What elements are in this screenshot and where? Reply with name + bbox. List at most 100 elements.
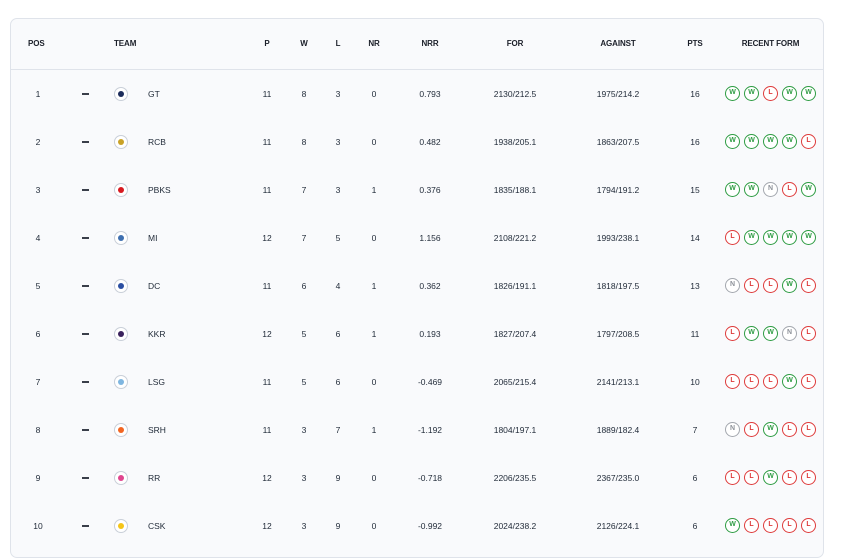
form-no-result-badge[interactable]: N bbox=[782, 326, 797, 341]
form-win-badge[interactable]: W bbox=[782, 134, 797, 149]
position-change-icon bbox=[82, 333, 89, 335]
table-row[interactable]: 5 11 6 4 1 0.362 1826/191.1 1818/197.5 13 DC N L L W L bbox=[11, 262, 823, 310]
form-win-badge[interactable]: W bbox=[763, 134, 778, 149]
form-loss-badge[interactable]: L bbox=[725, 374, 740, 389]
position-cell: 9 bbox=[35, 473, 41, 483]
form-win-badge[interactable]: W bbox=[763, 422, 778, 437]
team-name[interactable]: LSG bbox=[148, 358, 165, 406]
form-win-badge[interactable]: W bbox=[725, 518, 740, 533]
form-loss-badge[interactable]: L bbox=[782, 422, 797, 437]
table-row[interactable]: 4 12 7 5 0 1.156 2108/221.2 1993/238.1 14 MI L W W W W bbox=[11, 214, 823, 262]
header-nrr[interactable]: NRR bbox=[410, 19, 450, 69]
form-loss-badge[interactable]: L bbox=[763, 86, 778, 101]
lost-cell: 6 bbox=[335, 377, 341, 387]
form-loss-badge[interactable]: L bbox=[744, 422, 759, 437]
form-win-badge[interactable]: W bbox=[782, 230, 797, 245]
played-cell: 11 bbox=[262, 137, 272, 147]
team-name[interactable]: SRH bbox=[148, 406, 166, 454]
form-win-badge[interactable]: W bbox=[763, 470, 778, 485]
form-loss-badge[interactable]: L bbox=[801, 278, 816, 293]
nrr-cell: 0.362 bbox=[419, 281, 441, 291]
form-loss-badge[interactable]: L bbox=[782, 518, 797, 533]
table-row[interactable]: 10 12 3 9 0 -0.992 2024/238.2 2126/224.1 6 CSK W L L… bbox=[11, 502, 823, 550]
form-no-result-badge[interactable]: N bbox=[725, 422, 740, 437]
form-loss-badge[interactable]: L bbox=[782, 182, 797, 197]
form-loss-badge[interactable]: L bbox=[744, 518, 759, 533]
position-cell: 4 bbox=[35, 233, 41, 243]
table-row[interactable]: 2 11 8 3 0 0.482 1938/205.1 1863/207.5 16 RCB W W W W… bbox=[11, 118, 823, 166]
form-win-badge[interactable]: W bbox=[801, 230, 816, 245]
team-name[interactable]: CSK bbox=[148, 502, 165, 550]
table-row[interactable]: 7 11 5 6 0 -0.469 2065/215.4 2141/213.1 10 LSG L L L… bbox=[11, 358, 823, 406]
form-win-badge[interactable]: W bbox=[744, 86, 759, 101]
table-row[interactable]: 1 11 8 3 0 0.793 2130/212.5 1975/214.2 16 GT W W L W W bbox=[11, 70, 823, 118]
team-name[interactable]: KKR bbox=[148, 310, 165, 358]
table-row[interactable]: 8 11 3 7 1 -1.192 1804/197.1 1889/182.4 7 SRH N L W L… bbox=[11, 406, 823, 454]
position-cell: 3 bbox=[35, 185, 41, 195]
form-loss-badge[interactable]: L bbox=[763, 278, 778, 293]
form-loss-badge[interactable]: L bbox=[725, 470, 740, 485]
lost-cell: 9 bbox=[335, 521, 341, 531]
header-points[interactable]: PTS bbox=[680, 19, 710, 69]
header-pos[interactable]: POS bbox=[28, 19, 45, 69]
header-lost[interactable]: L bbox=[328, 19, 348, 69]
form-loss-badge[interactable]: L bbox=[801, 470, 816, 485]
form-no-result-badge[interactable]: N bbox=[763, 182, 778, 197]
form-loss-badge[interactable]: L bbox=[801, 422, 816, 437]
header-played[interactable]: P bbox=[257, 19, 277, 69]
form-loss-badge[interactable]: L bbox=[801, 518, 816, 533]
won-cell: 7 bbox=[301, 233, 307, 243]
header-team[interactable]: TEAM bbox=[114, 19, 136, 69]
form-win-badge[interactable]: W bbox=[763, 326, 778, 341]
table-row[interactable]: 3 11 7 3 1 0.376 1835/188.1 1794/191.2 15 PBKS W W N… bbox=[11, 166, 823, 214]
form-loss-badge[interactable]: L bbox=[725, 230, 740, 245]
team-name[interactable]: PBKS bbox=[148, 166, 171, 214]
recent-form: LLWLL bbox=[725, 470, 816, 485]
recent-form: WWNLW bbox=[725, 182, 816, 197]
form-loss-badge[interactable]: L bbox=[801, 134, 816, 149]
header-won[interactable]: W bbox=[294, 19, 314, 69]
runs-against-cell: 1993/238.1 bbox=[596, 233, 640, 243]
form-win-badge[interactable]: W bbox=[801, 86, 816, 101]
form-loss-badge[interactable]: L bbox=[725, 326, 740, 341]
points-cell: 16 bbox=[690, 89, 700, 99]
form-win-badge[interactable]: W bbox=[782, 374, 797, 389]
form-loss-badge[interactable]: L bbox=[801, 326, 816, 341]
team-name[interactable]: GT bbox=[148, 70, 160, 118]
form-win-badge[interactable]: W bbox=[801, 182, 816, 197]
form-win-badge[interactable]: W bbox=[725, 134, 740, 149]
nrr-cell: 0.193 bbox=[419, 329, 441, 339]
form-win-badge[interactable]: W bbox=[782, 278, 797, 293]
team-name[interactable]: RCB bbox=[148, 118, 166, 166]
form-win-badge[interactable]: W bbox=[725, 182, 740, 197]
form-win-badge[interactable]: W bbox=[744, 326, 759, 341]
header-no-result[interactable]: NR bbox=[360, 19, 388, 69]
form-win-badge[interactable]: W bbox=[744, 182, 759, 197]
form-loss-badge[interactable]: L bbox=[744, 470, 759, 485]
form-win-badge[interactable]: W bbox=[744, 230, 759, 245]
runs-against-cell: 1863/207.5 bbox=[596, 137, 640, 147]
form-no-result-badge[interactable]: N bbox=[725, 278, 740, 293]
recent-form: LLLWL bbox=[725, 374, 816, 389]
team-name[interactable]: RR bbox=[148, 454, 160, 502]
form-win-badge[interactable]: W bbox=[725, 86, 740, 101]
nrr-cell: -1.192 bbox=[417, 425, 443, 435]
position-cell: 1 bbox=[35, 89, 41, 99]
lost-cell: 9 bbox=[335, 473, 341, 483]
header-against[interactable]: AGAINST bbox=[588, 19, 648, 69]
table-row[interactable]: 9 12 3 9 0 -0.718 2206/235.5 2367/235.0 6 RR L L W L L bbox=[11, 454, 823, 502]
form-win-badge[interactable]: W bbox=[782, 86, 797, 101]
runs-for-cell: 2130/212.5 bbox=[493, 89, 537, 99]
form-loss-badge[interactable]: L bbox=[763, 374, 778, 389]
form-loss-badge[interactable]: L bbox=[763, 518, 778, 533]
form-loss-badge[interactable]: L bbox=[744, 374, 759, 389]
form-win-badge[interactable]: W bbox=[744, 134, 759, 149]
table-row[interactable]: 6 12 5 6 1 0.193 1827/207.4 1797/208.5 11 KKR L W W N… bbox=[11, 310, 823, 358]
team-name[interactable]: MI bbox=[148, 214, 157, 262]
form-win-badge[interactable]: W bbox=[763, 230, 778, 245]
team-name[interactable]: DC bbox=[148, 262, 160, 310]
header-for[interactable]: FOR bbox=[485, 19, 545, 69]
form-loss-badge[interactable]: L bbox=[744, 278, 759, 293]
form-loss-badge[interactable]: L bbox=[801, 374, 816, 389]
form-loss-badge[interactable]: L bbox=[782, 470, 797, 485]
